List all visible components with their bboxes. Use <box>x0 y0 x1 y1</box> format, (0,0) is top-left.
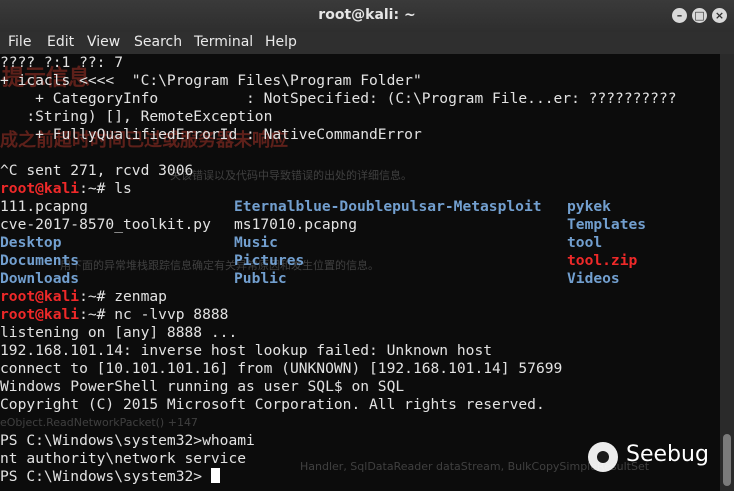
maximize-button[interactable]: □ <box>692 8 707 23</box>
prompt-user: root@kali <box>0 288 80 305</box>
terminal-line: nt authority\network service <box>0 450 247 467</box>
prompt-user: root@kali <box>0 180 80 197</box>
prompt-separator: :~# <box>79 180 115 197</box>
prompt-user: root@kali <box>0 306 80 323</box>
ls-entry: Eternalblue-Doublepulsar-Metasploit <box>234 198 542 215</box>
menu-help[interactable]: Help <box>265 34 297 50</box>
terminal-scrollbar[interactable] <box>720 54 734 491</box>
ls-entry: tool.zip <box>567 252 638 269</box>
window-titlebar: root@kali: ~ – □ × <box>0 0 734 32</box>
ls-entry: Documents <box>0 252 80 269</box>
prompt-line[interactable]: PS C:\Windows\system32> <box>0 468 220 486</box>
ls-entry: tool <box>567 234 603 251</box>
menu-edit[interactable]: Edit <box>47 34 74 50</box>
close-button[interactable]: × <box>712 8 727 23</box>
terminal-line: Copyright (C) 2015 Microsoft Corporation… <box>0 396 545 413</box>
menu-bar: File Edit View Search Terminal Help <box>0 32 734 54</box>
text-cursor <box>210 468 220 483</box>
terminal-line: listening on [any] 8888 ... <box>0 324 238 341</box>
terminal-line: PS C:\Windows\system32>whoami <box>0 432 255 449</box>
ls-entry: Music <box>234 234 278 251</box>
window-title: root@kali: ~ <box>318 7 416 23</box>
scrollbar-thumb[interactable] <box>723 434 731 486</box>
ghost-text: eObject.ReadNetworkPacket() +147 <box>0 416 198 429</box>
ls-entry: Desktop <box>0 234 62 251</box>
menu-view[interactable]: View <box>87 34 120 50</box>
terminal-output[interactable]: 提示信息 成之前超时时间已过或服务器未响应 关该错误以及代码中导致错误的出处的详… <box>0 54 720 491</box>
terminal-line: Windows PowerShell running as user SQL$ … <box>0 378 405 395</box>
command-text: nc -lvvp 8888 <box>114 306 229 323</box>
ls-entry: Templates <box>567 216 647 233</box>
ls-entry: Public <box>234 270 287 287</box>
ls-entry: cve-2017-8570_toolkit.py <box>0 216 211 233</box>
terminal-line: 192.168.101.14: inverse host lookup fail… <box>0 342 493 359</box>
ls-entry: ms17010.pcapng <box>234 216 358 233</box>
ls-entry: 111.pcapng <box>0 198 88 215</box>
ls-entry: Videos <box>567 270 620 287</box>
terminal-line: ^C sent 271, rcvd 3006 <box>0 162 194 179</box>
menu-terminal[interactable]: Terminal <box>194 34 253 50</box>
ls-entry: pykek <box>567 198 611 215</box>
powershell-prompt: PS C:\Windows\system32> <box>0 468 211 485</box>
terminal-line: + FullyQualifiedErrorId : NativeCommandE… <box>0 126 422 143</box>
menu-search[interactable]: Search <box>134 34 182 50</box>
prompt-line: root@kali:~# nc -lvvp 8888 <box>0 306 228 324</box>
command-text: ls <box>114 180 132 197</box>
ls-entry: Downloads <box>0 270 80 287</box>
command-text: zenmap <box>114 288 167 305</box>
terminal-line: :String) [], RemoteException <box>0 108 273 125</box>
terminal-line: connect to [10.101.101.16] from (UNKNOWN… <box>0 360 563 377</box>
terminal-line: + icacls <<<< "C:\Program Files\Program … <box>0 72 422 89</box>
prompt-line: root@kali:~# ls <box>0 180 132 198</box>
prompt-separator: :~# <box>79 306 115 323</box>
minimize-button[interactable]: – <box>672 8 687 23</box>
ghost-text: 用下面的异常堆栈跟踪信息确定有关异常原因和发生位置的信息。 <box>60 259 379 272</box>
ghost-text: 关该错误以及代码中导致错误的出处的详细信息。 <box>170 169 412 182</box>
terminal-line: + CategoryInfo : NotSpecified: (C:\Progr… <box>0 90 677 107</box>
terminal-line: ???? ?:1 ??: 7 <box>0 54 124 71</box>
ls-entry: Pictures <box>234 252 305 269</box>
menu-file[interactable]: File <box>8 34 31 50</box>
watermark-text: Seebug <box>626 442 709 467</box>
prompt-line: root@kali:~# zenmap <box>0 288 167 306</box>
seebug-logo-icon <box>588 442 618 472</box>
prompt-separator: :~# <box>79 288 115 305</box>
